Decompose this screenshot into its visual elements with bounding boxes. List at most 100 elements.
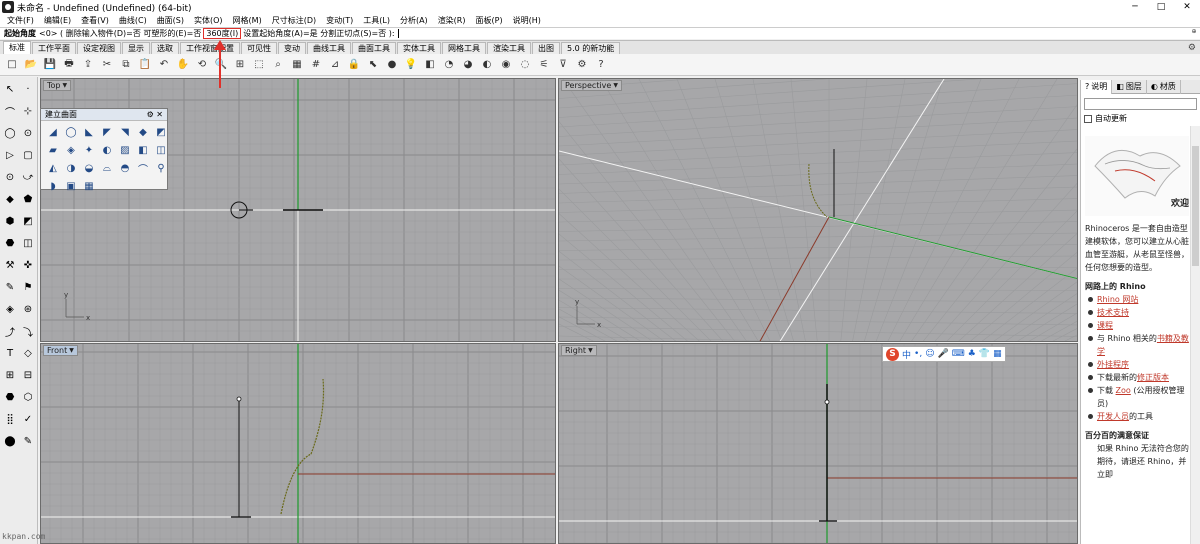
- surface-tool-19-icon[interactable]: ⌒: [135, 160, 151, 176]
- menu-item-10[interactable]: 分析(A): [395, 15, 433, 26]
- sogou-logo-icon[interactable]: S: [886, 347, 899, 361]
- surface-tool-16-icon[interactable]: ◒: [81, 160, 97, 176]
- left-tool-5-icon[interactable]: ⊙: [20, 125, 36, 141]
- tab-0[interactable]: 标准: [3, 41, 31, 54]
- left-tool-18-icon[interactable]: ✎: [2, 279, 18, 295]
- menu-item-3[interactable]: 曲线(C): [114, 15, 152, 26]
- surface-tool-13-icon[interactable]: ◫: [153, 142, 169, 158]
- menu-item-2[interactable]: 查看(V): [76, 15, 114, 26]
- zoom-selected-icon[interactable]: ⌕: [270, 57, 286, 73]
- surface-tool-6-icon[interactable]: ◩: [153, 124, 169, 140]
- surface-tool-2-icon[interactable]: ◣: [81, 124, 97, 140]
- ime-toolbar[interactable]: S 中 •, ☺ 🎤 ⌨ ♣ 👕 ▦: [882, 346, 1006, 362]
- ime-item-0-icon[interactable]: 中: [902, 348, 911, 361]
- left-tool-28-icon[interactable]: ⬣: [2, 389, 18, 405]
- left-tool-19-icon[interactable]: ⚑: [20, 279, 36, 295]
- panel-header[interactable]: 建立曲面 ⚙ ✕: [41, 109, 167, 121]
- tab-4[interactable]: 选取: [151, 42, 179, 54]
- left-tool-32-icon[interactable]: ⬤: [2, 433, 18, 449]
- left-tool-15-icon[interactable]: ◫: [20, 235, 36, 251]
- viewport-menu-icon[interactable]: ▼: [588, 347, 593, 354]
- surface-tool-10-icon[interactable]: ◐: [99, 142, 115, 158]
- minimize-button[interactable]: ─: [1122, 0, 1148, 14]
- left-tool-17-icon[interactable]: ✜: [20, 257, 36, 273]
- left-tool-7-icon[interactable]: ▢: [20, 147, 36, 163]
- grid-icon[interactable]: #: [308, 57, 324, 73]
- help-link[interactable]: 技术支持: [1097, 308, 1129, 317]
- surface-tool-7-icon[interactable]: ▰: [45, 142, 61, 158]
- scrollbar-thumb[interactable]: [1192, 146, 1199, 266]
- menu-item-5[interactable]: 实体(O): [189, 15, 228, 26]
- left-tool-10-icon[interactable]: ◆: [2, 191, 18, 207]
- left-tool-16-icon[interactable]: ⚒: [2, 257, 18, 273]
- lock-icon[interactable]: 🔒: [346, 57, 362, 73]
- surface-tool-11-icon[interactable]: ▨: [117, 142, 133, 158]
- surface-tool-23-icon[interactable]: ▦: [81, 178, 97, 194]
- command-cursor[interactable]: [397, 29, 399, 38]
- help-link[interactable]: Zoo: [1116, 386, 1131, 395]
- select-icon[interactable]: ⬉: [365, 57, 381, 73]
- material-icon[interactable]: ◐: [479, 57, 495, 73]
- left-tool-21-icon[interactable]: ⊛: [20, 301, 36, 317]
- properties-icon[interactable]: ◔: [441, 57, 457, 73]
- left-tool-3-icon[interactable]: ⊹: [20, 103, 36, 119]
- menu-item-7[interactable]: 尺寸标注(D): [267, 15, 321, 26]
- menu-item-13[interactable]: 说明(H): [508, 15, 546, 26]
- help-link[interactable]: Rhino 网站: [1097, 295, 1138, 304]
- viewport-perspective[interactable]: xy Perspective ▼: [558, 78, 1078, 342]
- help-link[interactable]: 外挂程序: [1097, 360, 1129, 369]
- menu-item-1[interactable]: 编辑(E): [39, 15, 76, 26]
- help-link[interactable]: 课程: [1097, 321, 1113, 330]
- command-options-2[interactable]: 设置起始角度(A)=是 分割正切点(S)=否 ):: [243, 28, 394, 39]
- surface-tool-14-icon[interactable]: ◭: [45, 160, 61, 176]
- tab-1[interactable]: 工作平面: [32, 42, 76, 54]
- menu-item-11[interactable]: 渲染(R): [433, 15, 471, 26]
- left-tool-11-icon[interactable]: ⬟: [20, 191, 36, 207]
- ghost-icon[interactable]: ◌: [517, 57, 533, 73]
- paste-icon[interactable]: 📋: [137, 57, 153, 73]
- viewport-menu-icon[interactable]: ▼: [69, 347, 74, 354]
- cut-icon[interactable]: ✂: [99, 57, 115, 73]
- close-button[interactable]: ✕: [1174, 0, 1200, 14]
- filter-icon[interactable]: ⊽: [555, 57, 571, 73]
- left-tool-20-icon[interactable]: ◈: [2, 301, 18, 317]
- help-link[interactable]: 修正版本: [1137, 373, 1169, 382]
- side-tab-2[interactable]: ◐ 材质: [1147, 80, 1181, 94]
- ime-item-6-icon[interactable]: 👕: [979, 349, 990, 359]
- surface-tool-4-icon[interactable]: ◥: [117, 124, 133, 140]
- tabs-gear-icon[interactable]: ⚙: [1188, 43, 1196, 53]
- ime-item-4-icon[interactable]: ⌨: [952, 349, 965, 359]
- zoom-extents-icon[interactable]: ⊞: [232, 57, 248, 73]
- cplane-icon[interactable]: ⊿: [327, 57, 343, 73]
- tab-13[interactable]: 出图: [532, 42, 560, 54]
- surface-tool-21-icon[interactable]: ◗: [45, 178, 61, 194]
- viewport-top-label[interactable]: Top ▼: [43, 80, 72, 91]
- surface-tool-9-icon[interactable]: ✦: [81, 142, 97, 158]
- tab-9[interactable]: 曲面工具: [352, 42, 396, 54]
- ime-item-5-icon[interactable]: ♣: [968, 349, 976, 359]
- menu-item-12[interactable]: 面板(P): [471, 15, 508, 26]
- left-tool-0-icon[interactable]: ↖: [2, 81, 18, 97]
- command-scroll-icon[interactable]: ⊕: [1190, 28, 1198, 39]
- left-tool-6-icon[interactable]: ▷: [2, 147, 18, 163]
- menu-item-6[interactable]: 网格(M): [228, 15, 267, 26]
- viewport-front[interactable]: Front ▼: [40, 343, 556, 544]
- options-icon[interactable]: ⚙: [574, 57, 590, 73]
- tab-2[interactable]: 设定视图: [77, 42, 121, 54]
- save-icon[interactable]: 💾: [42, 57, 58, 73]
- left-tool-23-icon[interactable]: ⤵: [20, 323, 36, 339]
- checkbox-box[interactable]: [1084, 114, 1092, 123]
- import-icon[interactable]: ⇪: [80, 57, 96, 73]
- rotate-view-icon[interactable]: ⟲: [194, 57, 210, 73]
- left-tool-12-icon[interactable]: ⬢: [2, 213, 18, 229]
- menu-item-4[interactable]: 曲面(S): [152, 15, 189, 26]
- zoom-window-icon[interactable]: ⬚: [251, 57, 267, 73]
- menu-item-9[interactable]: 工具(L): [358, 15, 395, 26]
- left-tool-1-icon[interactable]: ·: [20, 81, 36, 97]
- menu-item-0[interactable]: 文件(F): [2, 15, 39, 26]
- snap-icon[interactable]: ⚟: [536, 57, 552, 73]
- viewport-menu-icon[interactable]: ▼: [613, 82, 618, 89]
- sphere-icon[interactable]: ●: [384, 57, 400, 73]
- left-tool-24-icon[interactable]: T: [2, 345, 18, 361]
- ime-item-7-icon[interactable]: ▦: [993, 349, 1002, 359]
